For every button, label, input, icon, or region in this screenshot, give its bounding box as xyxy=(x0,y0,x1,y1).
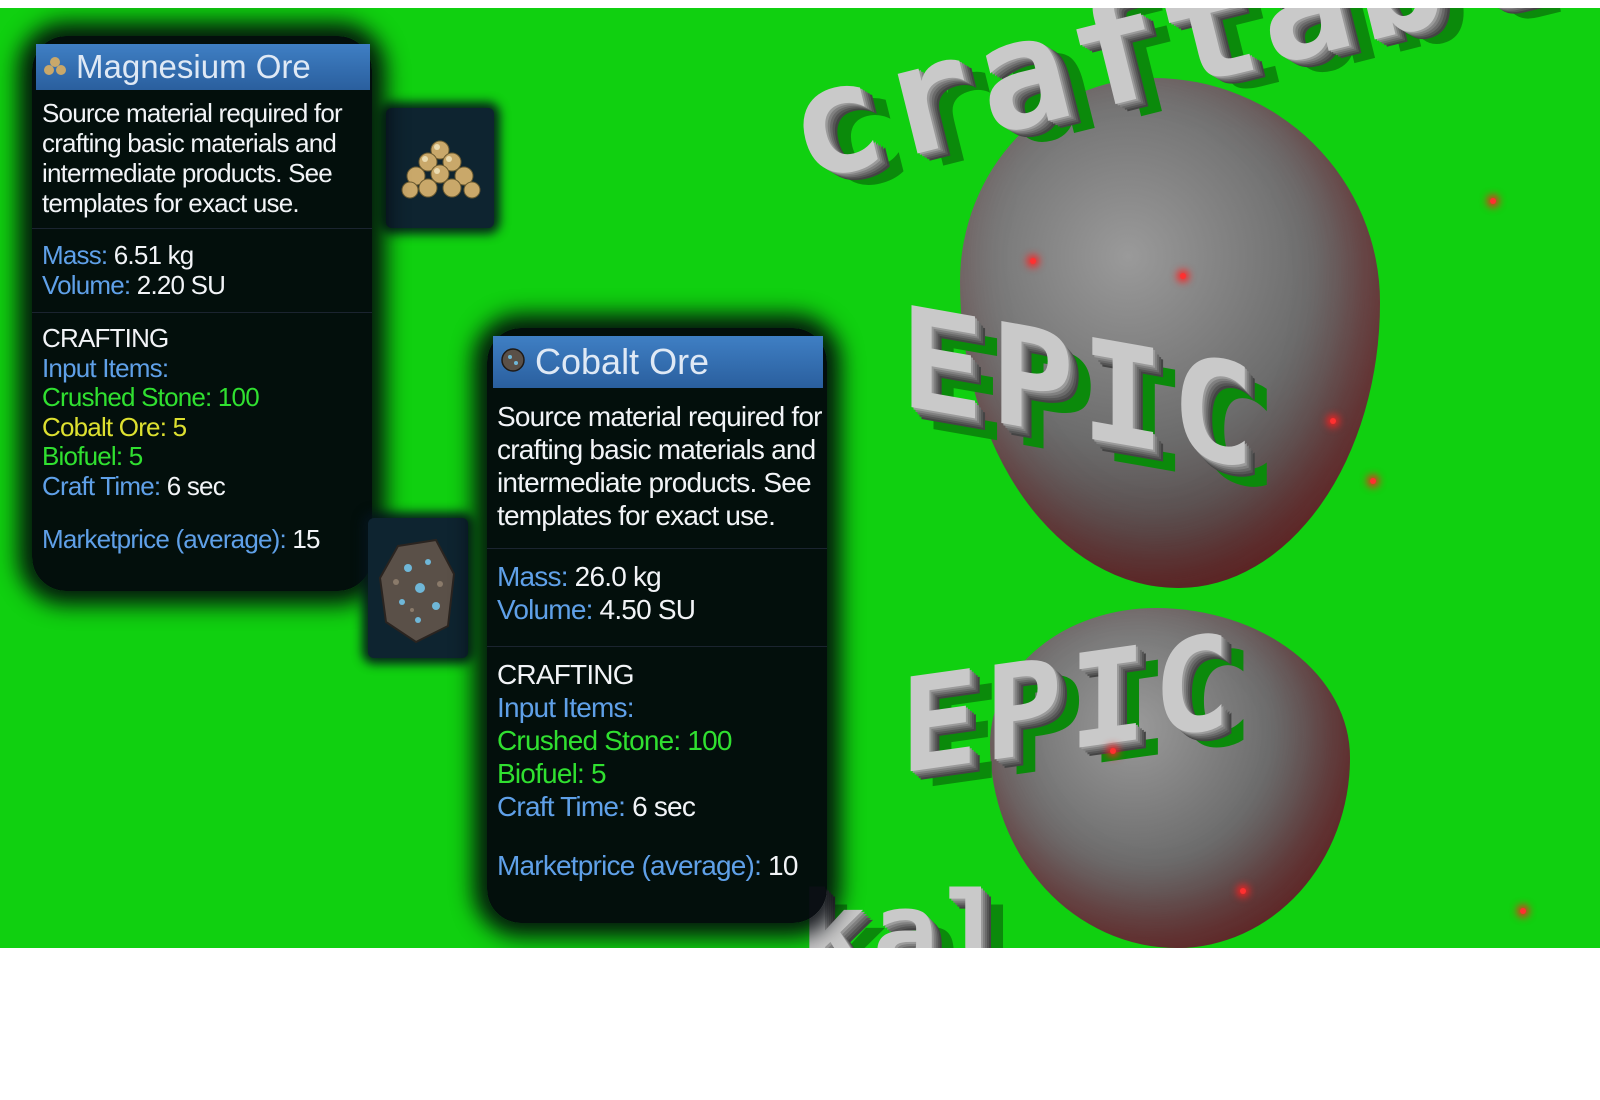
tooltip-title: Magnesium Ore xyxy=(76,48,311,85)
market-price-row: Marketprice (average): 15 xyxy=(32,524,372,555)
market-price-value: 15 xyxy=(285,524,320,554)
description-line: templates for exact use. xyxy=(497,500,776,531)
magnesium-ore-small-icon xyxy=(42,48,68,86)
description-line: intermediate products. See xyxy=(42,158,333,188)
tooltip-stats: Mass: 6.51 kg Volume: 2.20 SU xyxy=(32,240,372,300)
mass-label: Mass: xyxy=(497,561,568,592)
market-price-value: 10 xyxy=(761,850,798,881)
divider xyxy=(32,228,372,229)
crafting-header: CRAFTING xyxy=(497,659,635,690)
red-light xyxy=(1490,198,1496,204)
market-price-label: Marketprice (average): xyxy=(42,524,287,554)
red-light xyxy=(1030,258,1036,264)
red-light xyxy=(1180,273,1186,279)
tooltip-description: Source material required for crafting ba… xyxy=(32,98,372,218)
red-light xyxy=(1240,888,1246,894)
crafting-header: CRAFTING xyxy=(42,323,169,353)
craft-time-label: Craft Time: xyxy=(42,470,161,501)
craft-time-row: Craft Time: 6 sec xyxy=(42,470,372,502)
tooltip-title-bar: Cobalt Ore xyxy=(493,336,823,388)
input-items-label: Input Items: xyxy=(42,352,169,383)
tooltip-stats: Mass: 26.0 kg Volume: 4.50 SU xyxy=(487,560,827,626)
description-line: crafting basic materials and xyxy=(42,128,337,158)
input-item: Crushed Stone: 100 xyxy=(497,725,732,756)
description-line: crafting basic materials and xyxy=(497,434,816,465)
divider xyxy=(32,312,372,313)
craft-time-row: Craft Time: 6 sec xyxy=(497,790,827,823)
craft-time-label: Craft Time: xyxy=(497,791,626,822)
craft-time-value: 6 sec xyxy=(160,470,226,501)
volume-value: 4.50 SU xyxy=(592,594,696,625)
tooltip-title-bar: Magnesium Ore xyxy=(36,44,370,90)
red-light xyxy=(1110,748,1116,754)
volume-label: Volume: xyxy=(497,594,593,625)
tooltip-title: Cobalt Ore xyxy=(535,341,710,382)
tooltip-description: Source material required for crafting ba… xyxy=(487,400,827,532)
craft-time-value: 6 sec xyxy=(625,791,696,822)
crafting-section: CRAFTING Input Items: Crushed Stone: 100… xyxy=(487,658,827,823)
volume-value: 2.20 SU xyxy=(130,270,226,300)
magnesium-ore-icon xyxy=(386,108,494,228)
crafting-section: CRAFTING Input Items: Crushed Stone: 100… xyxy=(32,323,372,502)
input-item: Biofuel: 5 xyxy=(497,758,607,789)
mass-row: Mass: 6.51 kg xyxy=(42,240,372,270)
game-scene: craftable EPIC EPIC kal Magnesium Ore So… xyxy=(0,8,1600,948)
description-line: intermediate products. See xyxy=(497,467,812,498)
volume-row: Volume: 4.50 SU xyxy=(497,593,827,626)
magnesium-ore-tooltip: Magnesium Ore Source material required f… xyxy=(32,36,372,591)
input-item: Biofuel: 5 xyxy=(42,441,143,471)
mass-row: Mass: 26.0 kg xyxy=(497,560,827,593)
red-light xyxy=(1520,908,1526,914)
divider xyxy=(487,548,827,549)
red-light xyxy=(1370,478,1376,484)
red-light xyxy=(1330,418,1336,424)
input-items-label: Input Items: xyxy=(497,692,635,723)
description-line: Source material required for xyxy=(42,98,343,128)
divider xyxy=(487,646,827,647)
market-price-row: Marketprice (average): 10 xyxy=(487,850,827,882)
description-line: templates for exact use. xyxy=(42,188,300,218)
mass-value: 26.0 kg xyxy=(567,561,662,592)
volume-label: Volume: xyxy=(42,270,131,300)
mass-value: 6.51 kg xyxy=(107,240,195,270)
market-price-label: Marketprice (average): xyxy=(497,850,762,881)
volume-row: Volume: 2.20 SU xyxy=(42,270,372,300)
cobalt-ore-icon xyxy=(368,518,468,658)
block-word-bottom: kal xyxy=(800,868,1017,948)
cobalt-ore-small-icon xyxy=(499,341,527,383)
mass-label: Mass: xyxy=(42,240,108,270)
cobalt-ore-tooltip: Cobalt Ore Source material required for … xyxy=(487,328,827,923)
input-item: Crushed Stone: 100 xyxy=(42,382,260,412)
input-item: Cobalt Ore: 5 xyxy=(42,411,187,442)
description-line: Source material required for xyxy=(497,401,822,432)
